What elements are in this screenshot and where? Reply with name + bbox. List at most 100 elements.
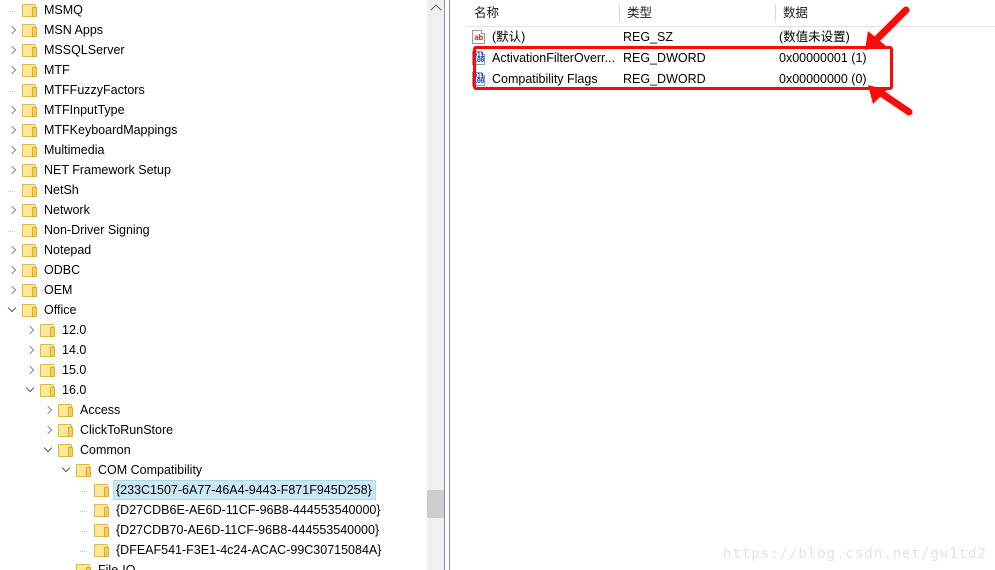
tree-item[interactable]: {D27CDB70-AE6D-11CF-96B8-444553540000} xyxy=(0,520,444,540)
pane-splitter[interactable] xyxy=(444,0,466,570)
folder-icon xyxy=(39,323,56,338)
folder-icon xyxy=(21,103,38,118)
chevron-right-icon[interactable] xyxy=(23,342,39,358)
value-name-cell[interactable]: 011 100 Compatibility Flags xyxy=(470,69,620,90)
registry-key-tree-pane[interactable]: MSMQ MSN Apps MSSQLServer MTF MTFFuzzyFactor… xyxy=(0,0,444,570)
tree-item-label: MSSQLServer xyxy=(44,43,125,57)
column-header-data[interactable]: 数据 xyxy=(775,0,995,26)
tree-item-label: Non-Driver Signing xyxy=(44,223,150,237)
chevron-right-icon[interactable] xyxy=(5,202,21,218)
folder-icon xyxy=(39,363,56,378)
scrollbar-up-button[interactable] xyxy=(427,0,444,17)
value-row[interactable]: 011 100 Compatibility Flags REG_DWORD 0x0000… xyxy=(466,69,995,90)
tree-item[interactable]: Common xyxy=(0,440,444,460)
value-row[interactable]: ab (默认) REG_SZ (数值未设置) xyxy=(466,27,995,48)
chevron-down-icon[interactable] xyxy=(5,302,21,318)
chevron-right-icon[interactable] xyxy=(5,142,21,158)
values-column-header[interactable]: 名称 类型 数据 xyxy=(466,0,995,27)
folder-icon xyxy=(21,183,38,198)
tree-item[interactable]: {D27CDB6E-AE6D-11CF-96B8-444553540000} xyxy=(0,500,444,520)
column-header-type-label: 类型 xyxy=(627,6,653,20)
folder-icon xyxy=(57,403,74,418)
column-header-type[interactable]: 类型 xyxy=(619,0,775,26)
tree-item[interactable]: Notepad xyxy=(0,240,444,260)
registry-values-pane[interactable]: 名称 类型 数据 ab (默认) REG_SZ (数值未设置) 011 100 Activa… xyxy=(466,0,995,570)
tree-item-label: Network xyxy=(44,203,90,217)
column-divider-type[interactable] xyxy=(619,4,620,22)
tree-item[interactable]: ClickToRunStore xyxy=(0,420,444,440)
folder-icon xyxy=(75,463,92,478)
value-name-label: (默认) xyxy=(492,30,526,44)
chevron-right-icon[interactable] xyxy=(5,62,21,78)
tree-item[interactable]: MSN Apps xyxy=(0,20,444,40)
folder-icon xyxy=(57,443,74,458)
tree-item[interactable]: MTF xyxy=(0,60,444,80)
chevron-right-icon[interactable] xyxy=(41,402,57,418)
tree-item-label: 14.0 xyxy=(62,343,87,357)
column-divider-data[interactable] xyxy=(775,4,776,22)
tree-vertical-scrollbar[interactable] xyxy=(426,0,444,570)
tree-item[interactable]: ODBC xyxy=(0,260,444,280)
registry-key-tree[interactable]: MSMQ MSN Apps MSSQLServer MTF MTFFuzzyFactor… xyxy=(0,0,444,570)
tree-item[interactable]: COM Compatibility xyxy=(0,460,444,480)
tree-item[interactable]: {233C1507-6A77-46A4-9443-F871F945D258} xyxy=(0,480,444,500)
chevron-right-icon[interactable] xyxy=(5,282,21,298)
chevron-right-icon[interactable] xyxy=(5,162,21,178)
chevron-up-icon xyxy=(429,4,442,16)
folder-icon xyxy=(21,223,38,238)
folder-icon xyxy=(93,503,110,518)
chevron-right-icon[interactable] xyxy=(5,42,21,58)
chevron-right-icon[interactable] xyxy=(41,422,57,438)
chevron-right-icon[interactable] xyxy=(5,102,21,118)
folder-icon xyxy=(39,383,56,398)
tree-item-label: ODBC xyxy=(44,263,81,277)
tree-item-label: Common xyxy=(80,443,131,457)
tree-item[interactable]: Access xyxy=(0,400,444,420)
tree-item[interactable]: 14.0 xyxy=(0,340,444,360)
tree-item[interactable]: OEM xyxy=(0,280,444,300)
chevron-down-icon[interactable] xyxy=(41,442,57,458)
registry-editor-window: MSMQ MSN Apps MSSQLServer MTF MTFFuzzyFactor… xyxy=(0,0,995,570)
chevron-right-icon[interactable] xyxy=(5,122,21,138)
tree-item[interactable]: MSMQ xyxy=(0,0,444,20)
tree-item[interactable]: MSSQLServer xyxy=(0,40,444,60)
chevron-right-icon[interactable] xyxy=(5,22,21,38)
tree-item[interactable]: Network xyxy=(0,200,444,220)
tree-item[interactable]: NetSh xyxy=(0,180,444,200)
column-header-name-label: 名称 xyxy=(474,6,500,20)
tree-item-label: 12.0 xyxy=(62,323,87,337)
registry-values-list[interactable]: ab (默认) REG_SZ (数值未设置) 011 100 ActivationFilte… xyxy=(466,27,995,90)
tree-item[interactable]: {DFEAF541-F3E1-4c24-ACAC-99C30715084A} xyxy=(0,540,444,560)
tree-item[interactable]: MTFKeyboardMappings xyxy=(0,120,444,140)
folder-icon xyxy=(57,423,74,438)
scrollbar-thumb[interactable] xyxy=(427,490,444,518)
value-row[interactable]: 011 100 ActivationFilterOverr... REG_DWORD 0… xyxy=(466,48,995,69)
folder-icon xyxy=(93,543,110,558)
tree-item[interactable]: 15.0 xyxy=(0,360,444,380)
chevron-down-icon[interactable] xyxy=(23,382,39,398)
value-type-cell: REG_DWORD xyxy=(623,51,706,65)
chevron-down-icon[interactable] xyxy=(59,462,75,478)
tree-item[interactable]: 16.0 xyxy=(0,380,444,400)
value-name-label: Compatibility Flags xyxy=(492,72,598,86)
tree-item[interactable]: Multimedia xyxy=(0,140,444,160)
tree-item-label: {D27CDB6E-AE6D-11CF-96B8-444553540000} xyxy=(116,503,381,517)
chevron-right-icon[interactable] xyxy=(5,262,21,278)
chevron-right-icon[interactable] xyxy=(5,242,21,258)
value-name-cell[interactable]: 011 100 ActivationFilterOverr... xyxy=(470,48,620,69)
column-header-name[interactable]: 名称 xyxy=(466,0,619,26)
tree-item[interactable]: Office xyxy=(0,300,444,320)
tree-item[interactable]: NET Framework Setup xyxy=(0,160,444,180)
chevron-right-icon[interactable] xyxy=(23,362,39,378)
tree-item[interactable]: 12.0 xyxy=(0,320,444,340)
value-name-cell[interactable]: ab (默认) xyxy=(470,27,620,48)
tree-item-label: MTFInputType xyxy=(44,103,125,117)
tree-item[interactable]: MTFInputType xyxy=(0,100,444,120)
tree-item[interactable]: MTFFuzzyFactors xyxy=(0,80,444,100)
tree-item[interactable]: File-IO xyxy=(0,560,444,570)
chevron-right-icon[interactable] xyxy=(23,322,39,338)
folder-icon xyxy=(21,203,38,218)
tree-item[interactable]: Non-Driver Signing xyxy=(0,220,444,240)
tree-item-label: 15.0 xyxy=(62,363,87,377)
string-value-icon: ab xyxy=(472,30,487,45)
